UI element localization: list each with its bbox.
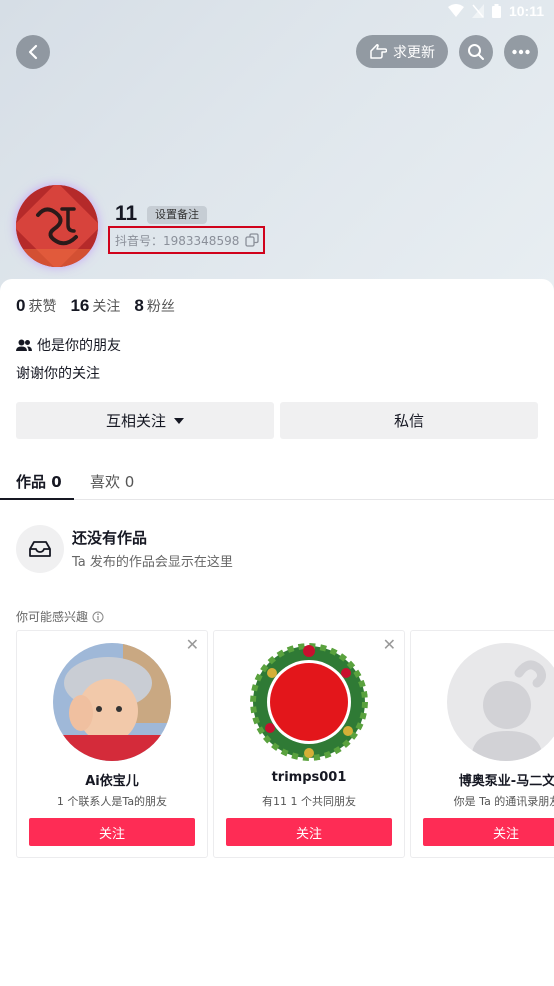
rec-avatar[interactable] xyxy=(250,643,368,761)
recommendation-card[interactable]: ✕ trimps001 有11 1 个共同朋友 关注 xyxy=(213,630,405,858)
request-update-button[interactable]: 求更新 xyxy=(356,35,448,68)
message-label: 私信 xyxy=(393,412,424,430)
search-icon xyxy=(468,44,484,60)
message-button[interactable]: 私信 xyxy=(280,402,538,439)
tab-likes[interactable]: 喜欢 0 xyxy=(90,471,134,492)
status-time: 10:11 xyxy=(508,3,544,19)
douyin-id-row[interactable]: 抖音号：1983348598 xyxy=(108,226,265,254)
more-icon xyxy=(512,49,530,55)
close-icon[interactable]: ✕ xyxy=(186,637,199,653)
content-tabs: 作品 0 喜欢 0 xyxy=(0,462,554,500)
copy-icon[interactable] xyxy=(245,233,260,247)
empty-state-icon-wrap xyxy=(16,525,64,573)
info-icon[interactable] xyxy=(92,611,104,623)
friends-icon xyxy=(16,339,32,351)
mutual-follow-label: 互相关注 xyxy=(105,412,166,430)
default-avatar xyxy=(447,643,554,761)
douyin-id-text: 抖音号：1983348598 xyxy=(115,233,240,248)
profile-bio: 谢谢你的关注 xyxy=(16,366,100,382)
recommendations-title: 你可能感兴趣 xyxy=(16,608,104,625)
friend-status-text: 他是你的朋友 xyxy=(37,338,121,354)
wreath-avatar xyxy=(250,643,368,761)
recommendation-card[interactable]: ✕ Ai依宝儿 1 个联系人是Ta的朋友 关注 xyxy=(16,630,208,858)
pointing-hand-icon xyxy=(370,43,387,59)
rec-reason: 有11 1 个共同朋友 xyxy=(262,795,356,808)
request-update-label: 求更新 xyxy=(393,44,435,61)
stat-likes[interactable]: 0 获赞 xyxy=(16,296,56,316)
fu-character-avatar-image xyxy=(16,185,98,267)
rec-follow-button[interactable]: 关注 xyxy=(29,818,195,846)
signal-off-icon xyxy=(471,4,484,18)
stat-following[interactable]: 16 关注 xyxy=(70,296,120,316)
back-button[interactable] xyxy=(16,35,50,69)
rec-follow-button[interactable]: 关注 xyxy=(226,818,392,846)
rec-reason: 1 个联系人是Ta的朋友 xyxy=(56,795,168,808)
friend-status: 他是你的朋友 xyxy=(16,335,121,355)
rec-name[interactable]: trimps001 xyxy=(214,770,404,785)
baby-photo-avatar xyxy=(53,643,171,761)
active-tab-indicator xyxy=(0,498,74,500)
search-button[interactable] xyxy=(459,35,493,69)
rec-avatar[interactable] xyxy=(447,643,554,761)
inbox-icon xyxy=(29,541,51,557)
empty-state-subtitle: Ta 发布的作品会显示在这里 xyxy=(72,555,233,570)
profile-stats: 0 获赞 16 关注 8 粉丝 xyxy=(16,296,175,316)
close-icon[interactable]: ✕ xyxy=(383,637,396,653)
set-remark-button[interactable]: 设置备注 xyxy=(147,206,207,224)
wifi-icon xyxy=(447,4,464,17)
stat-followers[interactable]: 8 粉丝 xyxy=(134,296,174,316)
profile-avatar[interactable] xyxy=(16,185,98,267)
status-bar: 10:11 xyxy=(0,0,554,28)
more-button[interactable] xyxy=(504,35,538,69)
empty-state-title: 还没有作品 xyxy=(72,529,148,547)
rec-reason: 你是 Ta 的通讯录朋友 xyxy=(453,795,554,808)
rec-avatar[interactable] xyxy=(53,643,171,761)
rec-name[interactable]: Ai依宝儿 xyxy=(17,770,207,789)
recommendation-card[interactable]: 博奥泵业-马二文 你是 Ta 的通讯录朋友 关注 xyxy=(410,630,554,858)
mutual-follow-button[interactable]: 互相关注 xyxy=(16,402,274,439)
tab-works[interactable]: 作品 0 xyxy=(16,471,62,492)
battery-icon xyxy=(491,4,501,18)
nickname: 11 xyxy=(115,202,138,225)
rec-follow-button[interactable]: 关注 xyxy=(423,818,554,846)
chevron-left-icon xyxy=(28,44,38,60)
caret-down-icon xyxy=(174,417,184,424)
rec-name[interactable]: 博奥泵业-马二文 xyxy=(411,770,554,789)
